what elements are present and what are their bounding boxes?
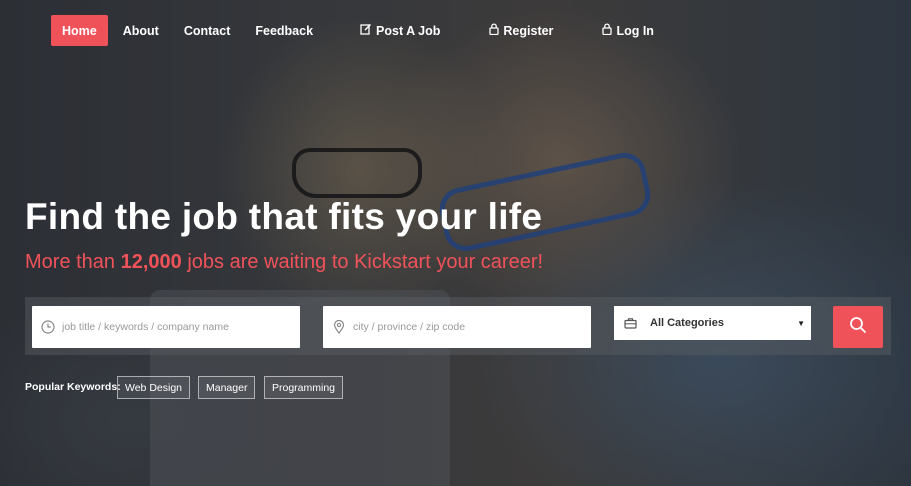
nav-register-label: Register (503, 23, 554, 38)
map-pin-icon (331, 319, 347, 335)
keyword-tag-programming[interactable]: Programming (264, 376, 344, 399)
clock-icon (40, 319, 56, 335)
lock-icon (489, 23, 500, 38)
lock-icon (602, 23, 613, 38)
keyword-input[interactable] (62, 321, 262, 333)
hero-subheadline: More than 12,000 jobs are waiting to Kic… (25, 251, 543, 274)
nav-login[interactable]: Log In (602, 15, 654, 46)
nav-post-job-label: Post A Job (376, 23, 441, 38)
nav-login-label: Log In (616, 23, 654, 38)
briefcase-icon (624, 316, 638, 330)
search-icon (849, 316, 867, 339)
nav-contact[interactable]: Contact (184, 15, 231, 46)
nav-register[interactable]: Register (489, 15, 553, 46)
location-input[interactable] (353, 321, 553, 333)
sub-prefix: More than (25, 251, 121, 273)
keyword-tag-manager[interactable]: Manager (198, 376, 256, 399)
search-button[interactable] (833, 306, 883, 348)
location-field[interactable] (323, 306, 591, 348)
category-select[interactable]: All Categories ▼ (614, 306, 811, 340)
hero-overlay (0, 0, 911, 486)
popular-keywords-label: Popular Keywords: (25, 381, 121, 393)
chevron-down-icon: ▼ (797, 318, 805, 328)
edit-icon (360, 23, 372, 38)
main-nav: Home About Contact Feedback Post A Job R… (51, 15, 654, 46)
job-count: 12,000 (120, 251, 182, 273)
keyword-tag-web-design[interactable]: Web Design (117, 376, 191, 399)
nav-about[interactable]: About (123, 15, 159, 46)
hero-headline: Find the job that fits your life (25, 196, 543, 237)
nav-feedback[interactable]: Feedback (255, 15, 313, 46)
nav-home[interactable]: Home (51, 15, 108, 46)
sub-suffix: jobs are waiting to Kickstart your caree… (181, 251, 544, 273)
keyword-field[interactable] (32, 306, 300, 348)
nav-post-job[interactable]: Post A Job (360, 15, 440, 46)
category-value: All Categories (650, 317, 724, 329)
